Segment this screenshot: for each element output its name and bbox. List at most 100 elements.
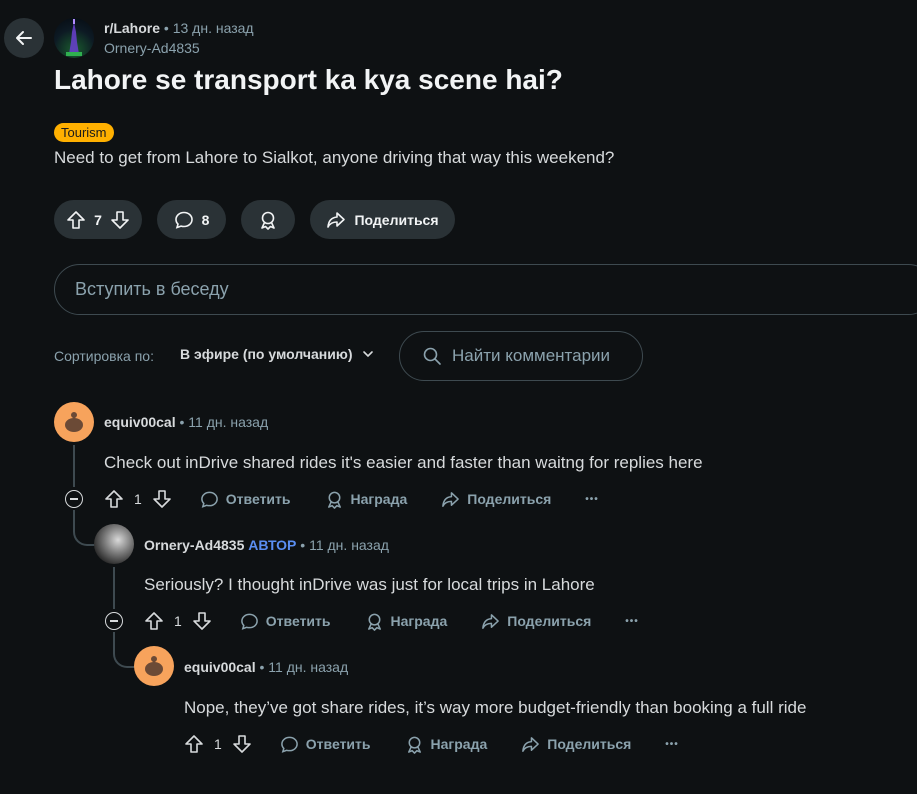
avatar[interactable] bbox=[54, 402, 94, 442]
comment-header: equiv00cal • 11 дн. назад bbox=[104, 414, 268, 430]
snoo-avatar-icon bbox=[65, 412, 83, 432]
post-vote-count: 7 bbox=[94, 211, 102, 228]
comment-bubble-icon bbox=[280, 736, 298, 753]
reply-label: Ответить bbox=[265, 613, 331, 629]
comment-vote-count: 1 bbox=[174, 613, 182, 629]
back-button[interactable] bbox=[4, 18, 44, 58]
comment-bubble-icon bbox=[240, 613, 258, 630]
comment-text: Seriously? I thought inDrive was just fo… bbox=[144, 575, 595, 594]
sort-dropdown[interactable]: В эфире (по умолчанию) bbox=[180, 346, 375, 362]
upvote-icon[interactable] bbox=[184, 734, 204, 754]
subreddit-link[interactable]: r/Lahore bbox=[104, 20, 160, 36]
share-label: Поделиться bbox=[467, 491, 552, 507]
comment-username[interactable]: equiv00cal bbox=[104, 414, 176, 430]
meta-separator: • bbox=[259, 659, 265, 675]
share-icon bbox=[522, 736, 540, 752]
comment-text: Check out inDrive shared rides it's easi… bbox=[104, 453, 703, 472]
more-options-button[interactable]: ••• bbox=[585, 494, 599, 505]
reply-label: Ответить bbox=[305, 736, 371, 752]
comment-header: equiv00cal • 11 дн. назад bbox=[184, 659, 348, 675]
award-button[interactable]: Награда bbox=[365, 612, 448, 631]
comment-bubble-icon bbox=[200, 491, 218, 508]
join-conversation-input[interactable]: Вступить в беседу bbox=[54, 264, 917, 315]
avatar[interactable] bbox=[94, 524, 134, 564]
share-label: Поделиться bbox=[354, 211, 439, 228]
award-button[interactable]: Награда bbox=[405, 735, 488, 754]
award-icon bbox=[367, 613, 381, 631]
snoo-avatar-icon bbox=[145, 656, 163, 676]
upvote-icon[interactable] bbox=[104, 489, 124, 509]
comment-vote: 1 bbox=[104, 489, 172, 509]
minar-icon bbox=[66, 19, 82, 56]
avatar[interactable] bbox=[134, 646, 174, 686]
comment-time: 11 дн. назад bbox=[268, 659, 349, 675]
comment-vote: 1 bbox=[184, 734, 252, 754]
award-label: Награда bbox=[430, 736, 488, 752]
upvote-icon[interactable] bbox=[144, 611, 164, 631]
search-placeholder: Найти комментарии bbox=[452, 346, 611, 365]
meta-separator: • bbox=[300, 537, 306, 553]
more-options-button[interactable]: ••• bbox=[665, 739, 679, 750]
post-flair[interactable]: Tourism bbox=[54, 123, 114, 142]
comment-vote: 1 bbox=[144, 611, 212, 631]
op-badge: АВТОР bbox=[248, 537, 297, 553]
chevron-down-icon bbox=[362, 351, 373, 358]
award-icon bbox=[261, 211, 275, 230]
comment-header: Ornery-Ad4835 АВТОР • 11 дн. назад bbox=[144, 537, 389, 553]
collapse-thread-button[interactable] bbox=[105, 612, 123, 630]
share-button[interactable]: Поделиться bbox=[310, 200, 455, 239]
downvote-icon[interactable] bbox=[232, 734, 252, 754]
award-button[interactable] bbox=[241, 200, 295, 239]
award-label: Награда bbox=[350, 491, 408, 507]
reply-button[interactable]: Ответить bbox=[240, 612, 331, 631]
comment-time: 11 дн. назад bbox=[309, 537, 389, 553]
reply-label: Ответить bbox=[225, 491, 291, 507]
award-label: Награда bbox=[390, 613, 448, 629]
award-button[interactable]: Награда bbox=[325, 490, 408, 509]
collapse-thread-button[interactable] bbox=[65, 490, 83, 508]
downvote-icon[interactable] bbox=[192, 611, 212, 631]
comment-username[interactable]: equiv00cal bbox=[184, 659, 256, 675]
post-author[interactable]: Ornery-Ad4835 bbox=[104, 40, 200, 56]
thread-line bbox=[73, 445, 75, 487]
share-label: Поделиться bbox=[507, 613, 592, 629]
comment-actions: 1 Ответить Награда Поделиться ••• bbox=[184, 734, 679, 754]
search-icon bbox=[423, 347, 441, 365]
share-button[interactable]: Поделиться bbox=[521, 735, 631, 754]
comment-username[interactable]: Ornery-Ad4835 bbox=[144, 537, 244, 553]
award-icon bbox=[327, 491, 341, 509]
share-icon bbox=[482, 613, 500, 629]
search-comments-input[interactable]: Найти комментарии bbox=[399, 331, 643, 381]
more-icon: ••• bbox=[665, 738, 679, 750]
subreddit-avatar[interactable] bbox=[54, 18, 94, 58]
sort-value: В эфире (по умолчанию) bbox=[180, 346, 353, 362]
join-conversation-placeholder: Вступить в беседу bbox=[75, 279, 229, 299]
more-icon: ••• bbox=[625, 615, 639, 627]
downvote-icon[interactable] bbox=[110, 210, 130, 230]
post-vote-pill: 7 bbox=[54, 200, 142, 239]
comment-actions: 1 Ответить Награда Поделиться ••• bbox=[144, 611, 639, 631]
arrow-left-icon bbox=[16, 31, 32, 45]
more-options-button[interactable]: ••• bbox=[625, 616, 639, 627]
reply-button[interactable]: Ответить bbox=[200, 490, 291, 509]
share-icon bbox=[327, 211, 346, 228]
award-icon bbox=[407, 736, 421, 754]
share-icon bbox=[442, 491, 460, 507]
post-body: Need to get from Lahore to Sialkot, anyo… bbox=[54, 148, 615, 167]
meta-separator: • bbox=[163, 20, 169, 36]
post-meta: r/Lahore • 13 дн. назад bbox=[104, 20, 254, 36]
comment-bubble-icon bbox=[174, 211, 193, 229]
reply-button[interactable]: Ответить bbox=[280, 735, 371, 754]
comments-button[interactable]: 8 bbox=[157, 200, 226, 239]
comment-vote-count: 1 bbox=[134, 491, 142, 507]
post-time: 13 дн. назад bbox=[172, 20, 254, 36]
post-title: Lahore se transport ka kya scene hai? bbox=[54, 64, 563, 95]
share-button[interactable]: Поделиться bbox=[441, 490, 551, 509]
downvote-icon[interactable] bbox=[152, 489, 172, 509]
share-button[interactable]: Поделиться bbox=[481, 612, 591, 631]
upvote-icon[interactable] bbox=[66, 210, 86, 230]
comment-time: 11 дн. назад bbox=[188, 414, 269, 430]
comment-actions: 1 Ответить Награда Поделиться ••• bbox=[104, 489, 599, 509]
share-label: Поделиться bbox=[547, 736, 632, 752]
sort-label: Сортировка по: bbox=[54, 348, 154, 364]
